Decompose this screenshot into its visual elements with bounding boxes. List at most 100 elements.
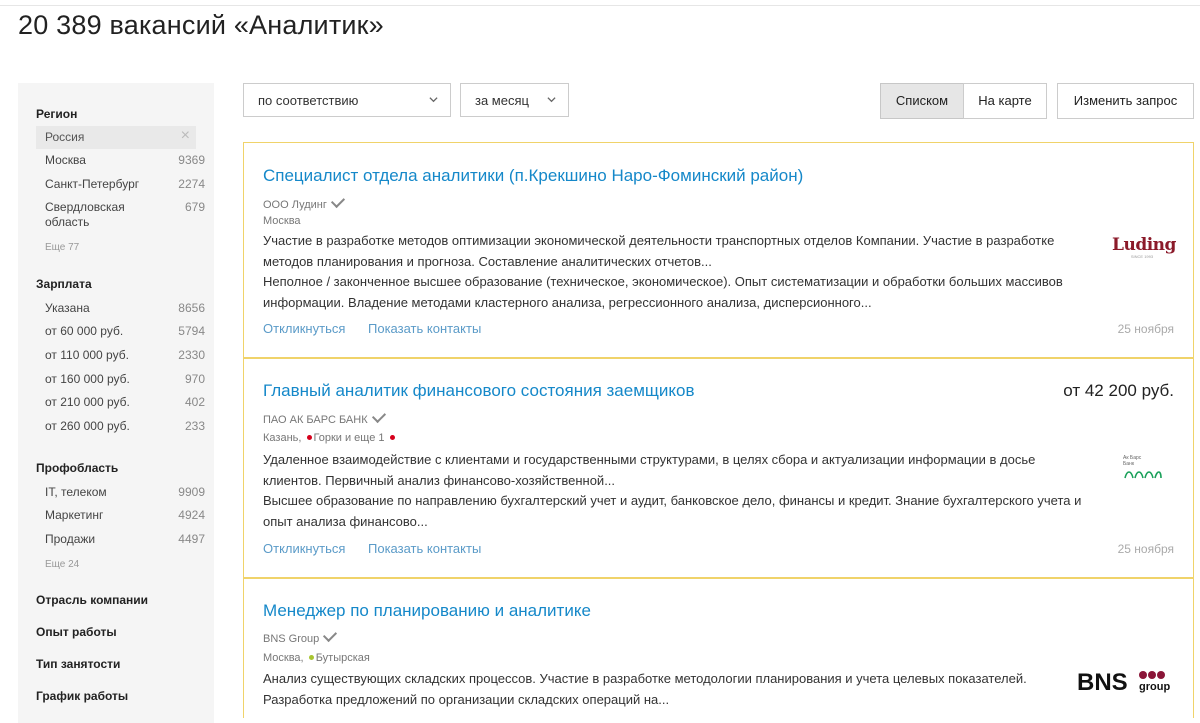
company-name: BNS Group <box>263 633 320 645</box>
logo-subtext: group <box>1139 681 1171 693</box>
page-title: 20 389 вакансий «Аналитик» <box>18 10 384 40</box>
akbars-logo-icon <box>1124 471 1162 479</box>
filters-sidebar: Регион Россия × Москва 9369 Санкт-Петербу… <box>18 83 214 723</box>
top-divider <box>0 0 1200 6</box>
vacancy-company[interactable]: BNS Group <box>263 627 338 645</box>
vacancy-card: Главный аналитик финансового состояния з… <box>243 358 1194 578</box>
logo-text: Ак Барс Банк <box>1123 455 1142 467</box>
change-query-button[interactable]: Изменить запрос <box>1057 83 1194 119</box>
respond-link[interactable]: Откликнуться <box>263 321 345 336</box>
filter-profarea-more-link[interactable]: Еще 24 <box>45 559 79 570</box>
filter-label: Маркетинг <box>45 508 104 522</box>
logo-text: Luding <box>1112 235 1176 255</box>
filter-employment-title[interactable]: Тип занятости <box>36 657 120 671</box>
filter-region-more-link[interactable]: Еще 77 <box>45 242 79 253</box>
verified-check-icon <box>330 193 345 209</box>
company-logo-bns[interactable]: BNS group <box>1077 669 1177 699</box>
filter-label: Москва <box>45 153 86 167</box>
filter-label: от 110 000 руб. <box>45 348 129 362</box>
view-list-button[interactable]: Списком <box>880 83 964 119</box>
filter-region-title: Регион <box>36 107 78 121</box>
company-logo-luding[interactable]: Luding SINCE 1993 <box>1112 235 1176 259</box>
filter-count: 9909 <box>178 485 205 499</box>
filter-count: 4497 <box>178 532 205 546</box>
vacancy-salary: от 42 200 руб. <box>1063 381 1174 400</box>
filter-profarea-item[interactable]: Маркетинг 4924 <box>36 508 205 523</box>
filter-salary-item[interactable]: Указана 8656 <box>36 301 205 316</box>
vacancy-card: Специалист отдела аналитики (п.Крекшино … <box>243 142 1194 358</box>
verified-check-icon <box>371 408 386 424</box>
filter-count: 402 <box>184 395 205 409</box>
view-map-button[interactable]: На карте <box>963 83 1047 119</box>
sort-select-value: по соответствию <box>258 93 359 108</box>
metro-dot-icon <box>306 435 312 441</box>
filter-experience-title[interactable]: Опыт работы <box>36 625 117 639</box>
filter-region-item[interactable]: Москва 9369 <box>36 153 205 168</box>
filter-schedule-title[interactable]: График работы <box>36 689 128 703</box>
vacancy-location: Москва <box>263 215 301 227</box>
sort-select[interactable]: по соответствию <box>243 83 451 117</box>
filter-salary-item[interactable]: от 260 000 руб. 233 <box>36 419 205 434</box>
verified-check-icon <box>323 627 338 643</box>
company-name: ПАО АК БАРС БАНК <box>263 414 368 426</box>
show-contacts-link[interactable]: Показать контакты <box>368 321 481 336</box>
show-contacts-link[interactable]: Показать контакты <box>368 541 481 556</box>
filter-region-selected[interactable]: Россия × <box>36 126 196 149</box>
filter-count: 4924 <box>178 508 205 522</box>
filter-label: Указана <box>45 301 90 315</box>
vacancy-title-link[interactable]: Главный аналитик финансового состояния з… <box>263 381 695 401</box>
metro-station: Бутырская <box>315 652 370 664</box>
vacancy-date: 25 ноября <box>1117 322 1174 336</box>
metro-more[interactable]: и еще 1 <box>345 432 385 444</box>
filter-count: 233 <box>184 419 205 433</box>
filter-label: Свердловская область <box>45 200 125 229</box>
filter-label: от 260 000 руб. <box>45 419 130 433</box>
filter-label: Санкт-Петербург <box>45 177 140 191</box>
vacancy-company[interactable]: ПАО АК БАРС БАНК <box>263 408 386 426</box>
filter-salary-item[interactable]: от 160 000 руб. 970 <box>36 372 205 387</box>
vacancy-location: Казань, Горки и еще 1 <box>263 432 397 444</box>
filter-count: 970 <box>184 372 205 386</box>
vacancy-title-link[interactable]: Специалист отдела аналитики (п.Крекшино … <box>263 166 803 186</box>
vacancy-requirements: Неполное / законченное высшее образовани… <box>263 274 1063 310</box>
filter-salary-item[interactable]: от 210 000 руб. 402 <box>36 395 205 410</box>
filter-count: 8656 <box>178 301 205 315</box>
vacancy-company[interactable]: ООО Лудинг <box>263 193 345 211</box>
filter-label: от 210 000 руб. <box>45 395 130 409</box>
vacancy-title-link[interactable]: Менеджер по планированию и аналитике <box>263 601 591 621</box>
respond-link[interactable]: Откликнуться <box>263 541 345 556</box>
vacancy-card: Менеджер по планированию и аналитике BNS… <box>243 578 1194 718</box>
vacancy-description: Участие в разработке методов оптимизации… <box>263 233 1055 269</box>
filter-label: Продажи <box>45 532 96 546</box>
filter-region-item[interactable]: Свердловская область 679 <box>36 200 205 230</box>
filter-label: от 160 000 руб. <box>45 372 130 386</box>
company-name: ООО Лудинг <box>263 199 327 211</box>
chevron-down-icon <box>429 97 438 103</box>
filter-label: IT, телеком <box>45 485 107 499</box>
location-city: Казань, <box>263 432 302 444</box>
filter-salary-item[interactable]: от 60 000 руб. 5794 <box>36 324 205 339</box>
filter-label: от 60 000 руб. <box>45 324 124 338</box>
vacancy-requirements: Высшее образование по направлению бухгал… <box>263 493 1082 529</box>
close-icon[interactable]: × <box>181 128 190 144</box>
filter-industry-title[interactable]: Отрасль компании <box>36 593 148 607</box>
filter-count: 9369 <box>178 153 205 167</box>
location-city: Москва, <box>263 652 304 664</box>
filter-salary-title: Зарплата <box>36 277 92 291</box>
filter-count: 5794 <box>178 324 205 338</box>
vacancy-description: Удаленное взаимодействие с клиентами и г… <box>263 452 1036 488</box>
filter-count: 2274 <box>178 177 205 191</box>
period-select[interactable]: за месяц <box>460 83 569 117</box>
chevron-down-icon <box>547 97 556 103</box>
metro-station: Горки <box>313 432 342 444</box>
filter-profarea-item[interactable]: Продажи 4497 <box>36 532 205 547</box>
period-select-value: за месяц <box>475 93 529 108</box>
company-logo-akbars[interactable]: Ак Барс Банк <box>1123 455 1168 486</box>
filter-profarea-item[interactable]: IT, телеком 9909 <box>36 485 205 500</box>
vacancy-date: 25 ноября <box>1117 542 1174 556</box>
filter-salary-item[interactable]: от 110 000 руб. 2330 <box>36 348 205 363</box>
logo-text: BNS <box>1077 669 1128 696</box>
metro-dot-icon <box>308 655 314 661</box>
filter-region-selected-label: Россия <box>45 130 85 144</box>
filter-region-item[interactable]: Санкт-Петербург 2274 <box>36 177 205 192</box>
